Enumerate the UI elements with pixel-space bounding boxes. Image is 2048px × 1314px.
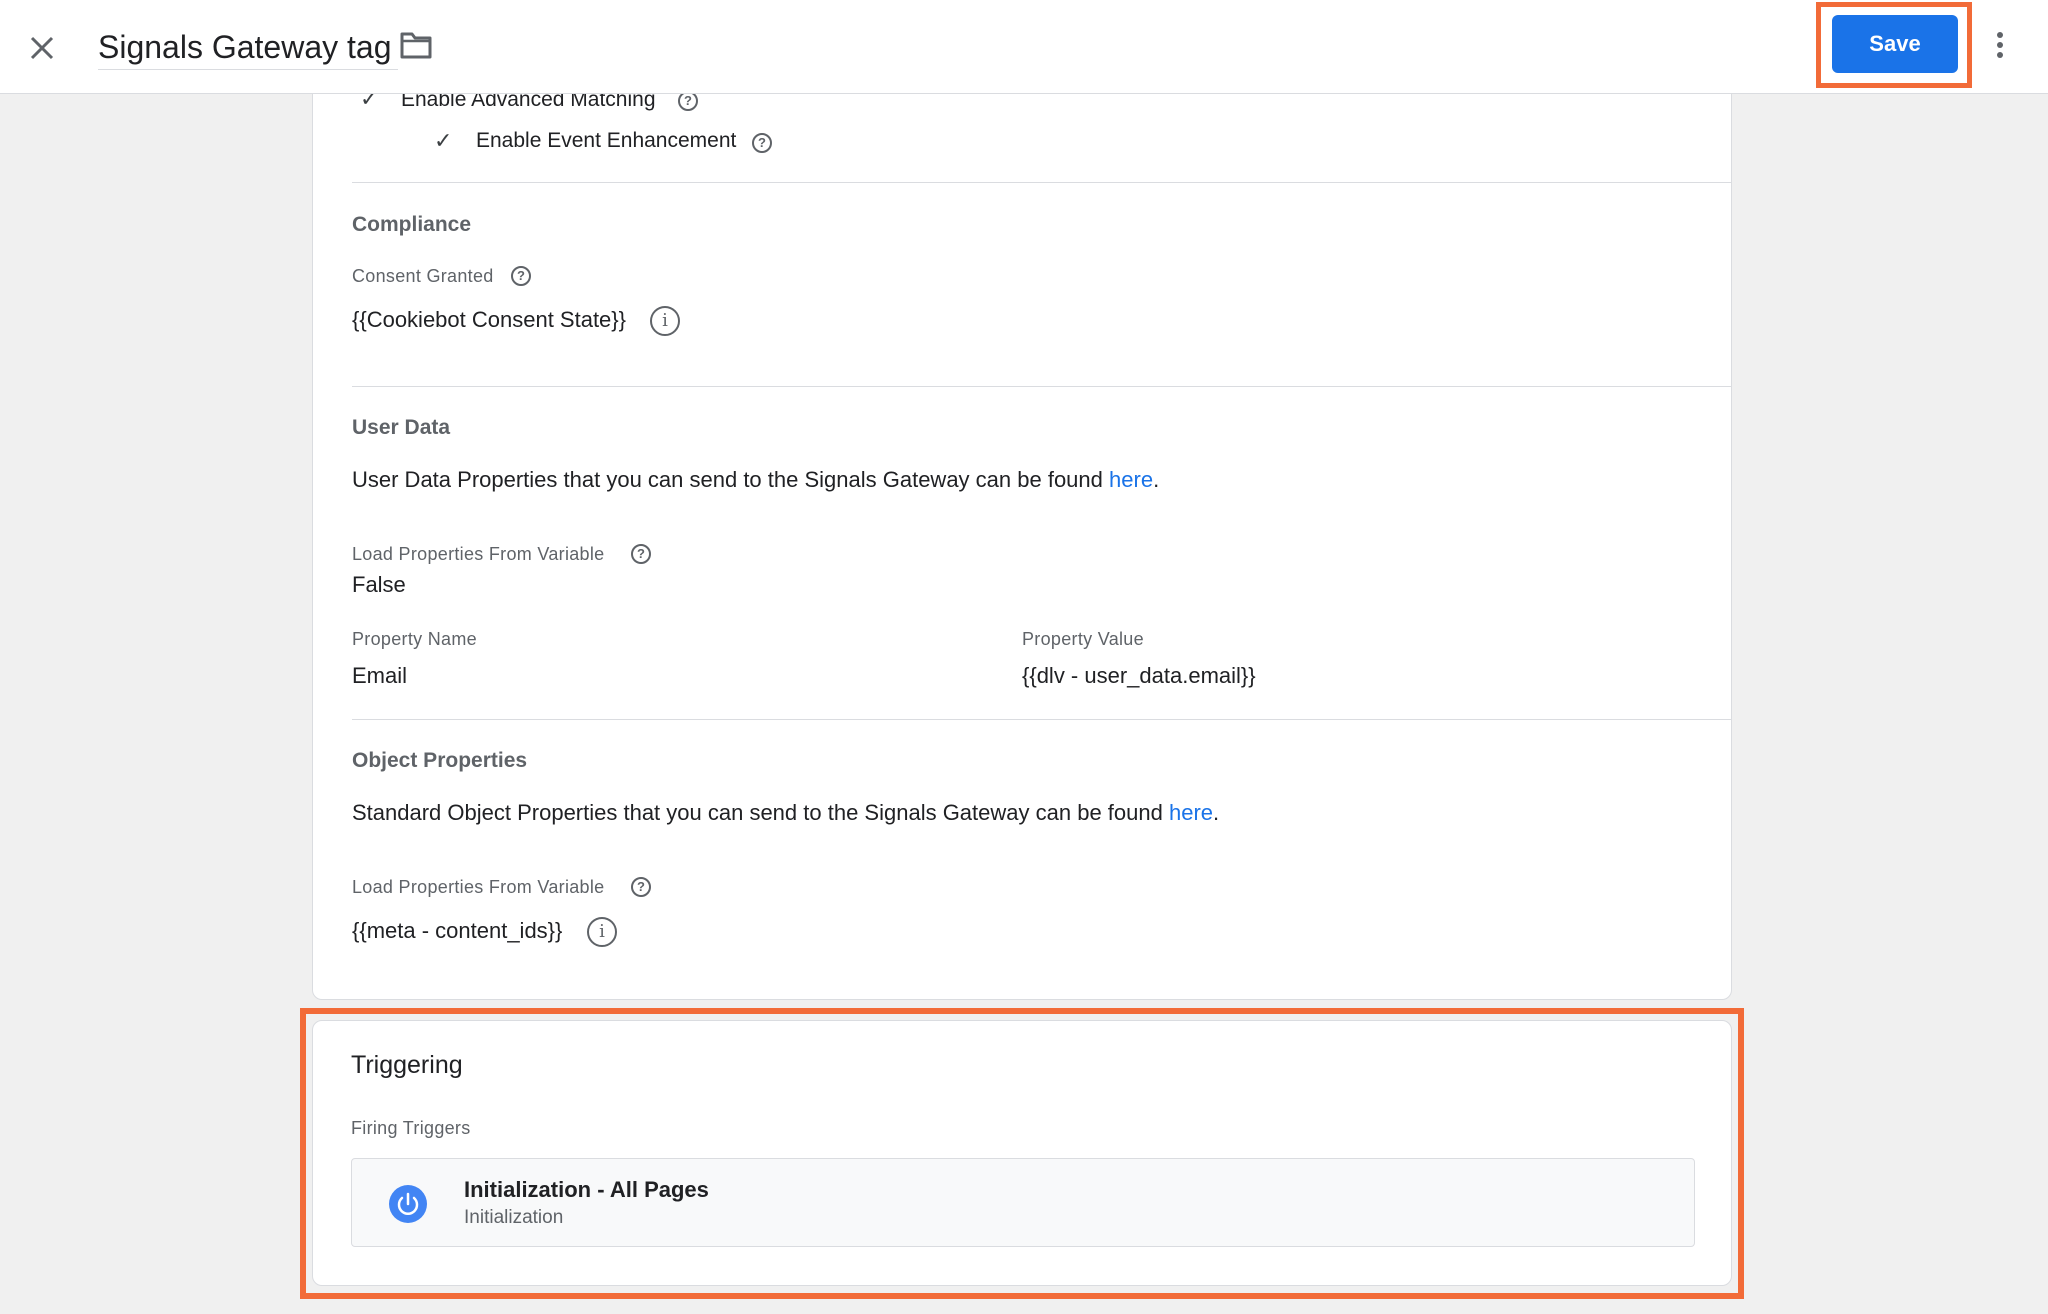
info-icon[interactable]: i [587,917,617,947]
divider [352,719,1732,720]
save-button[interactable]: Save [1832,15,1958,73]
folder-icon[interactable] [399,30,433,60]
user-data-here-link[interactable]: here [1109,467,1153,492]
tag-configuration-card: ✓ Enable Advanced Matching ? ✓ Enable Ev… [312,60,1732,1000]
section-title-object-properties: Object Properties [352,749,528,772]
trigger-type: Initialization [464,1207,564,1228]
consent-granted-label: Consent Granted [352,266,494,286]
user-data-description-text: User Data Properties that you can send t… [352,467,1110,492]
firing-triggers-label: Firing Triggers [351,1118,471,1138]
period: . [1213,800,1220,825]
load-properties-value: False [352,572,406,597]
load-properties-label: Load Properties From Variable [352,877,605,897]
load-properties-label: Load Properties From Variable [352,544,605,564]
load-properties-value: {{meta - content_ids}} [352,918,563,943]
help-icon[interactable]: ? [631,544,651,564]
object-properties-here-link[interactable]: here [1169,800,1213,825]
period: . [1153,467,1160,492]
triggering-title: Triggering [351,1051,463,1079]
divider [352,386,1732,387]
consent-granted-value: {{Cookiebot Consent State}} [352,307,626,332]
section-title-compliance: Compliance [352,213,472,236]
more-vert-icon[interactable] [1990,24,2010,66]
help-icon[interactable]: ? [678,91,698,111]
object-properties-description-text: Standard Object Properties that you can … [352,800,1169,825]
object-properties-description: Standard Object Properties that you can … [352,800,1219,826]
help-icon[interactable]: ? [511,266,531,286]
triggering-card: Triggering Firing Triggers Initializatio… [312,1020,1732,1286]
help-icon[interactable]: ? [631,877,651,897]
event-enhancement-option: Enable Event Enhancement [476,129,737,152]
trigger-row[interactable]: Initialization - All Pages Initializatio… [351,1158,1695,1247]
property-name-value: Email [352,663,408,688]
property-name-label: Property Name [352,629,477,649]
section-title-user-data: User Data [352,416,451,439]
property-value-value: {{dlv - user_data.email}} [1022,663,1256,688]
help-icon[interactable]: ? [752,133,772,153]
close-icon[interactable] [26,26,58,66]
user-data-description: User Data Properties that you can send t… [352,467,1159,493]
trigger-name: Initialization - All Pages [464,1177,709,1202]
top-bar: Signals Gateway tag Save [0,0,2048,94]
power-icon [389,1185,427,1223]
divider [352,182,1732,183]
info-icon[interactable]: i [650,306,680,336]
check-icon: ✓ [434,128,453,153]
tag-name-input[interactable]: Signals Gateway tag [98,24,398,70]
property-value-label: Property Value [1022,629,1144,649]
